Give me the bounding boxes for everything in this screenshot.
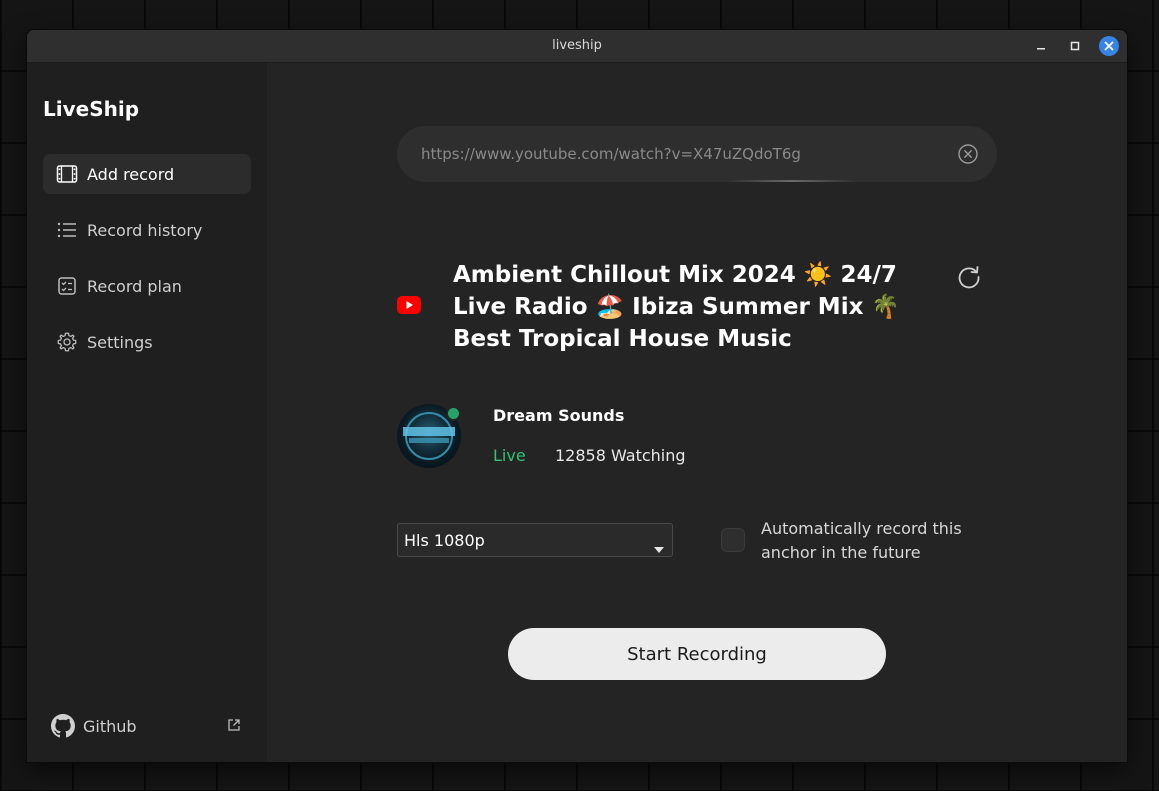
start-recording-button[interactable]: Start Recording xyxy=(508,628,886,680)
external-link-icon xyxy=(227,718,241,732)
quality-select-value: Hls 1080p xyxy=(404,530,485,550)
list-icon xyxy=(55,218,79,242)
avatar-logo-mark xyxy=(403,427,455,436)
maximize-button[interactable] xyxy=(1065,36,1085,56)
github-label: Github xyxy=(83,716,137,736)
auto-record-label: Automatically record this anchor in the … xyxy=(761,519,962,562)
clear-circle-icon xyxy=(958,144,978,164)
caret-down-icon xyxy=(654,538,664,557)
url-bar xyxy=(397,126,997,182)
quality-select[interactable]: Hls 1080p xyxy=(397,523,673,557)
sidebar-item-label: Settings xyxy=(87,332,153,352)
sidebar-nav: Add record Record history Record plan Se… xyxy=(43,154,251,378)
avatar-ring xyxy=(405,412,453,460)
watching-count: 12858 Watching xyxy=(555,446,686,465)
url-input[interactable] xyxy=(421,126,941,182)
sidebar-item-label: Record plan xyxy=(87,276,182,296)
title-bar[interactable]: liveship xyxy=(27,30,1127,63)
auto-record-checkbox[interactable] xyxy=(721,528,745,552)
sidebar-item-label: Add record xyxy=(87,164,175,184)
minimize-icon xyxy=(1037,48,1045,50)
sidebar-item-record-plan[interactable]: Record plan xyxy=(43,266,251,306)
main-content: Ambient Chillout Mix 2024 ☀️ 24/7 Live R… xyxy=(267,63,1127,762)
live-indicator-dot xyxy=(446,406,461,421)
refresh-button[interactable] xyxy=(955,263,983,291)
url-focus-indicator xyxy=(727,180,857,182)
sidebar: LiveShip Add record Record history Recor… xyxy=(27,63,267,762)
minimize-button[interactable] xyxy=(1031,36,1051,56)
checklist-icon xyxy=(55,274,79,298)
close-icon xyxy=(1104,41,1114,51)
live-status: Live xyxy=(493,446,526,465)
sidebar-item-add-record[interactable]: Add record xyxy=(43,154,251,194)
close-button[interactable] xyxy=(1099,36,1119,56)
avatar-logo-mark xyxy=(409,438,449,443)
window-controls xyxy=(1031,36,1119,56)
film-icon xyxy=(55,162,79,186)
github-link[interactable]: Github xyxy=(51,711,241,741)
refresh-icon xyxy=(958,266,980,289)
sidebar-item-record-history[interactable]: Record history xyxy=(43,210,251,250)
gear-icon xyxy=(55,330,79,354)
app-window: liveship LiveShip Add record Record hist… xyxy=(27,30,1127,762)
video-title: Ambient Chillout Mix 2024 ☀️ 24/7 Live R… xyxy=(453,262,901,352)
sidebar-item-label: Record history xyxy=(87,220,203,240)
youtube-icon xyxy=(397,296,421,314)
maximize-icon xyxy=(1070,41,1080,51)
clear-url-button[interactable] xyxy=(957,143,979,165)
window-title: liveship xyxy=(552,38,602,53)
channel-name: Dream Sounds xyxy=(493,406,625,425)
github-icon xyxy=(51,714,75,738)
sidebar-item-settings[interactable]: Settings xyxy=(43,322,251,362)
app-brand: LiveShip xyxy=(43,97,140,121)
